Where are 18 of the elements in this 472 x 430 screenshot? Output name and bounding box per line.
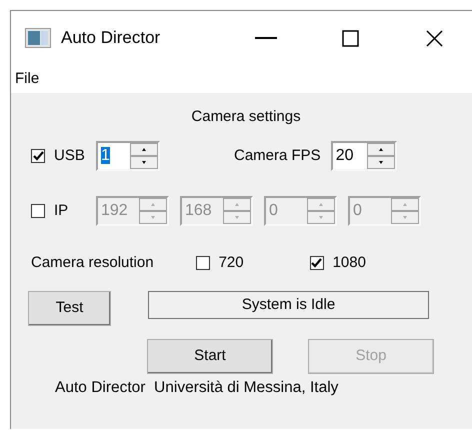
menu-item[interactable]: File [11, 65, 40, 93]
checkbox-label[interactable]: 720 [218, 252, 244, 274]
maximize-icon[interactable] [342, 30, 358, 46]
checkbox[interactable] [310, 256, 324, 270]
checkbox[interactable] [31, 149, 45, 163]
checkbox[interactable] [196, 256, 210, 270]
checkbox-label[interactable]: USB [54, 144, 96, 168]
app-icon [25, 28, 51, 48]
close-icon[interactable] [426, 30, 442, 46]
test-button[interactable]: Test [28, 291, 111, 326]
checkbox-label[interactable]: 1080 [332, 252, 366, 274]
footer-text: Auto Director Università di Messina, Italy [55, 378, 340, 398]
field-label: Camera resolution [31, 252, 154, 273]
field-label: Camera FPS [234, 146, 321, 166]
status-display: System is Idle [148, 291, 429, 319]
window-title: Auto Director [61, 27, 160, 50]
section-title: Camera settings [190, 107, 302, 127]
start-button[interactable]: Start [147, 339, 273, 374]
